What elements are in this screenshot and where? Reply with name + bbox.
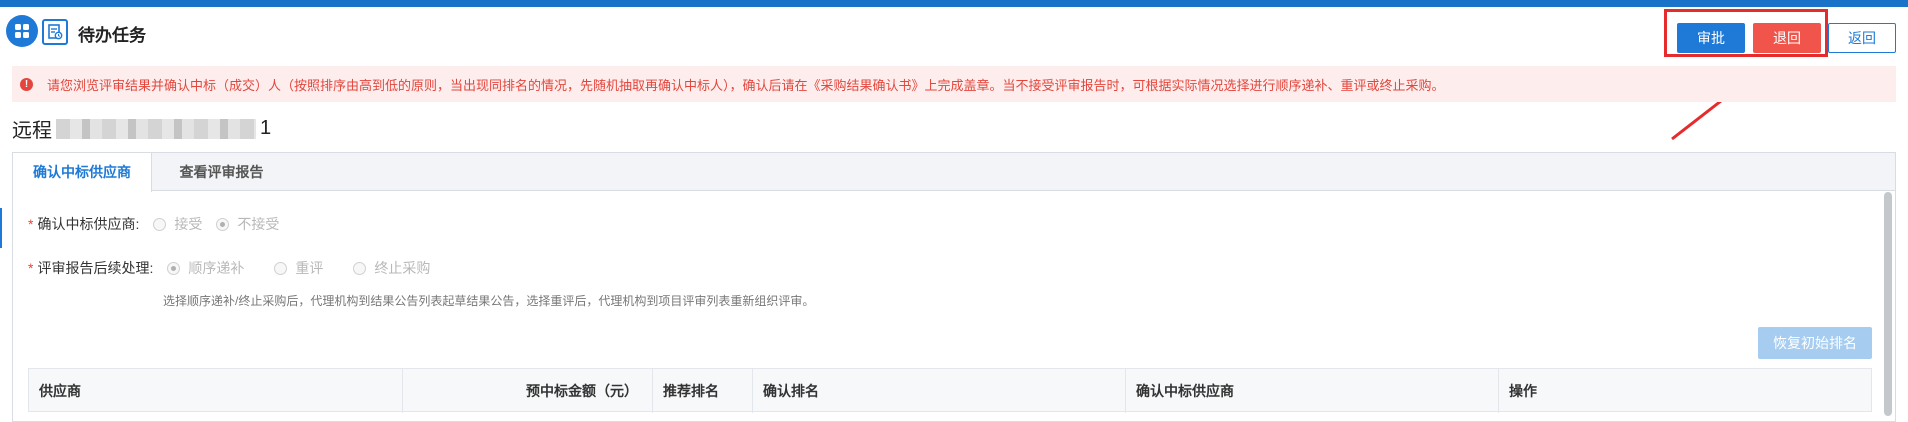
alert-banner: ! 请您浏览评审结果并确认中标（成交）人（按照排序由高到低的原则，当出现同排名的… (12, 66, 1896, 102)
vertical-scrollbar[interactable] (1884, 192, 1892, 416)
project-name-suffix: 1 (260, 117, 272, 139)
column-header-confirmed-rank: 确认排名 (753, 369, 1126, 413)
column-header-confirm-supplier: 确认中标供应商 (1126, 369, 1499, 413)
radio-label: 重评 (295, 260, 324, 276)
column-header-supplier: 供应商 (29, 369, 403, 413)
column-header-amount: 预中标金额（元） (403, 369, 653, 413)
project-name-prefix: 远程 (12, 120, 52, 142)
report-followup-row: * 评审报告后续处理: 顺序递补 重评 终止采购 (28, 258, 430, 278)
back-button[interactable]: 返回 (1828, 23, 1896, 53)
followup-hint: 选择顺序递补/终止采购后，代理机构到结果公告列表起草结果公告，选择重评后，代理机… (163, 294, 815, 308)
radio-circle (153, 217, 167, 231)
confirm-supplier-label: 确认中标供应商: (37, 216, 140, 232)
tab-view-review-report[interactable]: 查看评审报告 (152, 153, 291, 191)
redacted-text (56, 118, 256, 139)
page-title: 待办任务 (78, 26, 146, 45)
radio-terminate[interactable]: 终止采购 (353, 258, 430, 278)
radio-label: 接受 (174, 216, 203, 232)
alert-exclamation-icon: ! (20, 77, 33, 91)
radio-circle-selected (167, 261, 181, 275)
project-name: 远程 1 (12, 114, 271, 143)
restore-ranking-button[interactable]: 恢复初始排名 (1758, 327, 1872, 359)
confirm-supplier-row: * 确认中标供应商: 接受 不接受 (28, 214, 279, 234)
side-marker (0, 208, 2, 248)
grid-icon (15, 24, 29, 38)
app-grid-button[interactable] (6, 15, 38, 47)
radio-label: 终止采购 (374, 260, 431, 276)
column-header-recommended-rank: 推荐排名 (653, 369, 753, 413)
radio-re-review[interactable]: 重评 (274, 258, 323, 278)
column-header-actions: 操作 (1509, 383, 1537, 399)
radio-accept[interactable]: 接受 (153, 214, 202, 234)
report-followup-label: 评审报告后续处理: (37, 260, 154, 276)
radio-sequential-fill[interactable]: 顺序递补 (167, 258, 244, 278)
top-stripe (0, 0, 1908, 7)
tab-bar: 确认中标供应商 查看评审报告 (13, 153, 1895, 192)
radio-not-accept[interactable]: 不接受 (216, 214, 279, 234)
task-document-icon (42, 19, 68, 45)
table-header: 供应商 预中标金额（元） 推荐排名 确认排名 确认中标供应商 操作 (28, 368, 1872, 413)
radio-circle-selected (216, 217, 230, 231)
tab-confirm-supplier[interactable]: 确认中标供应商 (13, 153, 152, 192)
required-mark: * (28, 260, 34, 276)
annotation-highlight-box (1664, 9, 1828, 57)
radio-circle (353, 261, 367, 275)
alert-text: 请您浏览评审结果并确认中标（成交）人（按照排序由高到低的原则，当出现同排名的情况… (47, 77, 1445, 93)
radio-label: 不接受 (237, 216, 280, 232)
header-bar: 待办任务 审批 退回 返回 (0, 7, 1908, 57)
radio-label: 顺序递补 (188, 260, 245, 276)
required-mark: * (28, 216, 34, 232)
radio-circle (274, 261, 288, 275)
